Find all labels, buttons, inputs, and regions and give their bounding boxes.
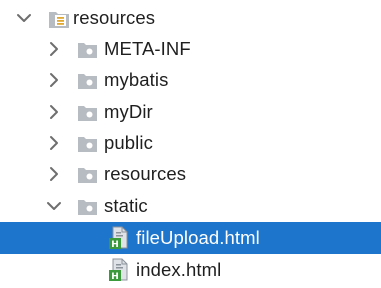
tree-row-label: public <box>104 132 153 153</box>
chevron-right-icon[interactable] <box>45 134 63 152</box>
folder-icon <box>78 137 97 152</box>
html-file-icon: H <box>109 226 128 250</box>
chevron-right-icon[interactable] <box>45 40 63 58</box>
tree-row-mydir[interactable]: myDir <box>0 96 381 128</box>
folder-icon <box>78 106 97 121</box>
tree-row-label: index.html <box>136 259 222 280</box>
chevron-down-icon[interactable] <box>45 197 63 215</box>
tree-row-resources-root[interactable]: resources <box>0 2 381 34</box>
tree-row-public[interactable]: public <box>0 127 381 159</box>
tree-row-static[interactable]: static <box>0 190 381 222</box>
folder-icon <box>78 43 97 58</box>
resources-folder-icon <box>49 12 69 28</box>
svg-text:H: H <box>111 272 119 282</box>
folder-icon <box>78 74 97 89</box>
tree-row-meta-inf[interactable]: META-INF <box>0 33 381 65</box>
tree-row-label: resources <box>73 7 156 28</box>
chevron-right-icon[interactable] <box>45 165 63 183</box>
tree-row-resources[interactable]: resources <box>0 158 381 190</box>
chevron-down-icon[interactable] <box>15 9 33 27</box>
tree-row-label: mybatis <box>104 69 169 90</box>
chevron-right-icon[interactable] <box>45 71 63 89</box>
html-file-icon: H <box>109 258 128 282</box>
svg-text:H: H <box>111 240 119 250</box>
chevron-right-icon[interactable] <box>45 103 63 121</box>
tree-row-fileupload-html[interactable]: H fileUpload.html <box>0 222 381 254</box>
tree-row-label: static <box>104 195 148 216</box>
tree-row-index-html[interactable]: H index.html <box>0 254 381 286</box>
tree-row-label: META-INF <box>104 38 191 59</box>
tree-row-mybatis[interactable]: mybatis <box>0 64 381 96</box>
tree-row-label: fileUpload.html <box>136 227 260 248</box>
tree-row-label: myDir <box>104 101 153 122</box>
folder-icon <box>78 168 97 183</box>
tree-row-label: resources <box>104 163 187 184</box>
folder-icon <box>78 200 97 215</box>
